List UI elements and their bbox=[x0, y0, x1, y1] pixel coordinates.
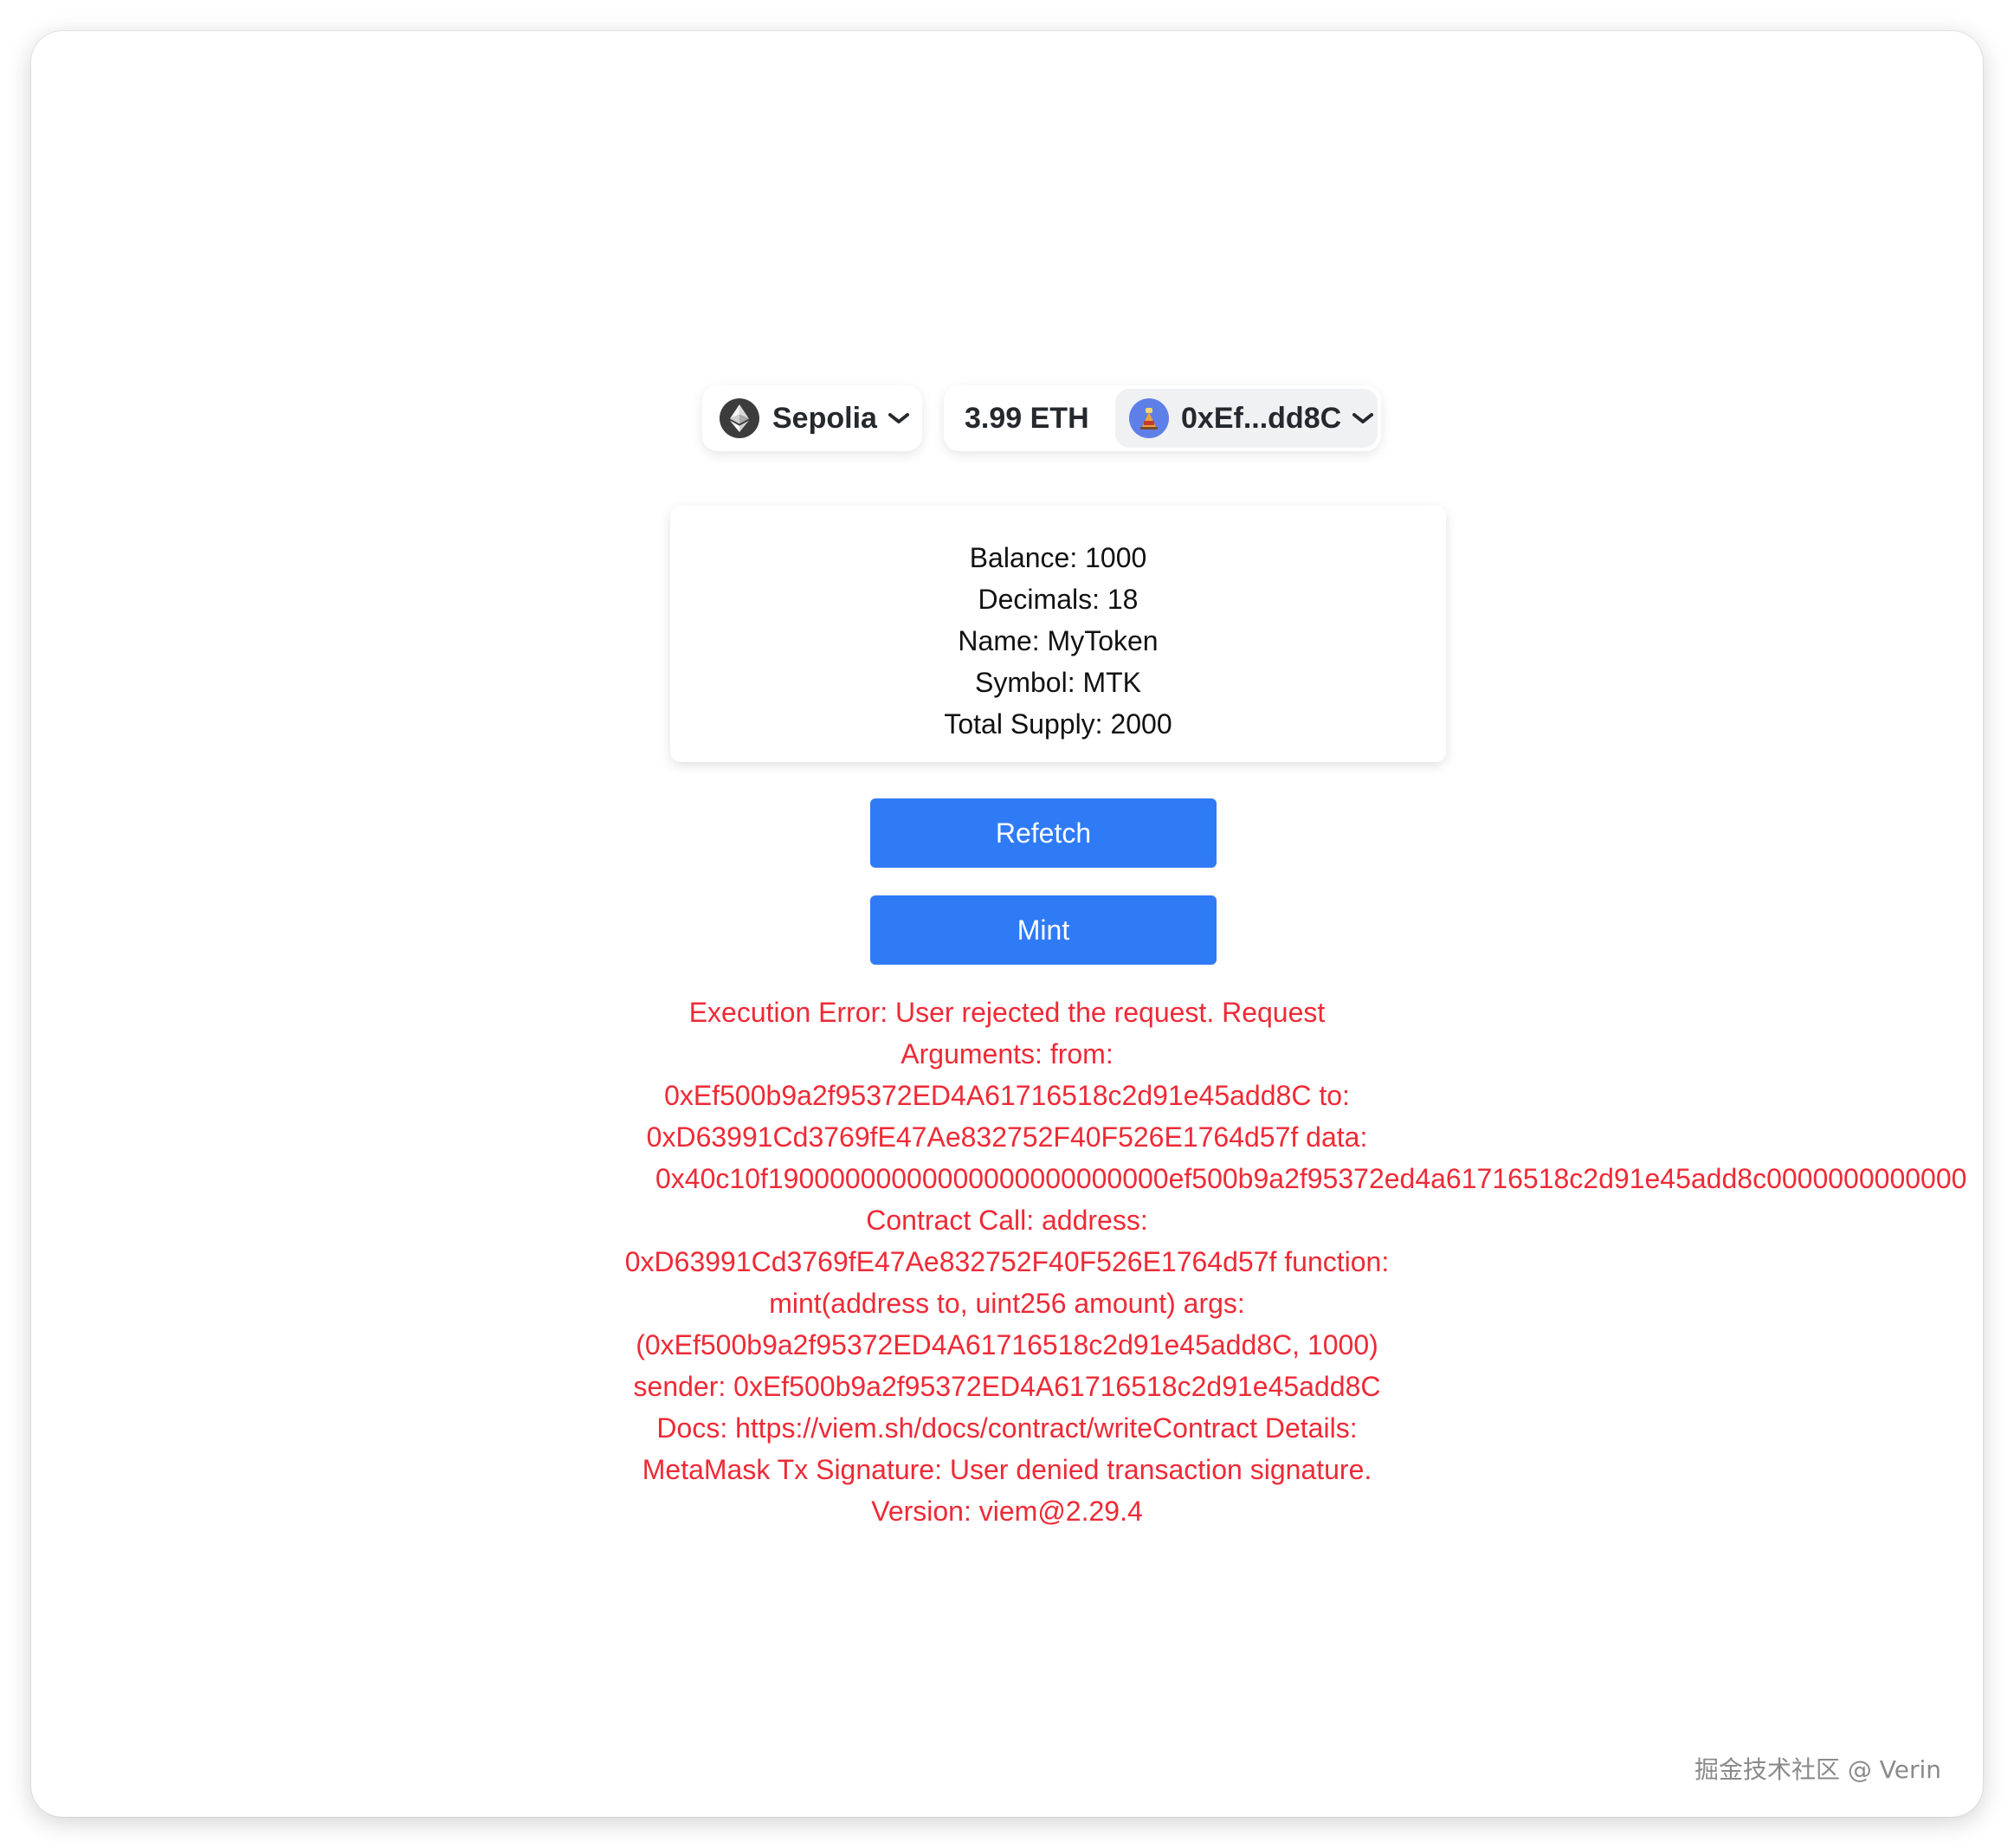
watermark: 掘金技术社区 @ Verin bbox=[1694, 1755, 1941, 1784]
account-button[interactable]: 0xEf...dd8C bbox=[1115, 389, 1378, 448]
chevron-down-icon bbox=[888, 411, 910, 425]
token-balance: Balance: 1000 bbox=[969, 542, 1147, 573]
token-total-supply: Total Supply: 2000 bbox=[944, 708, 1172, 740]
token-decimals: Decimals: 18 bbox=[978, 584, 1139, 615]
error-line: 0x40c10f19000000000000000000000000ef500b… bbox=[655, 1163, 1967, 1194]
error-line: Execution Error: User rejected the reque… bbox=[688, 997, 1326, 1028]
mint-button[interactable]: Mint bbox=[870, 895, 1217, 965]
token-info-card: Balance: 1000 Decimals: 18 Name: MyToken… bbox=[670, 506, 1446, 762]
account-panel: 3.99 ETH 0xEf...dd8C bbox=[944, 385, 1381, 451]
error-line: Arguments: from: bbox=[900, 1038, 1114, 1069]
error-line: MetaMask Tx Signature: User denied trans… bbox=[642, 1454, 1372, 1485]
refetch-button[interactable]: Refetch bbox=[870, 798, 1217, 868]
error-line: sender: 0xEf500b9a2f95372ED4A61716518c2d… bbox=[633, 1371, 1381, 1402]
chain-selector-button[interactable]: Sepolia bbox=[702, 385, 922, 451]
token-symbol: Symbol: MTK bbox=[974, 667, 1142, 698]
error-line: Docs: https://viem.sh/docs/contract/writ… bbox=[656, 1412, 1358, 1444]
error-line: 0xEf500b9a2f95372ED4A61716518c2d91e45add… bbox=[664, 1080, 1350, 1111]
app-window: Sepolia 3.99 ETH 0xEf...dd8C Balance: 10… bbox=[31, 31, 1983, 1817]
error-line: 0xD63991Cd3769fE47Ae832752F40F526E1764d5… bbox=[624, 1246, 1390, 1277]
error-line: 0xD63991Cd3769fE47Ae832752F40F526E1764d5… bbox=[646, 1121, 1368, 1153]
error-line: mint(address to, uint256 amount) args: bbox=[769, 1288, 1245, 1319]
account-avatar-icon bbox=[1129, 398, 1169, 438]
eth-balance: 3.99 ETH bbox=[965, 402, 1089, 435]
ethereum-icon bbox=[720, 398, 759, 438]
error-message: Execution Error: User rejected the reque… bbox=[31, 992, 1983, 1532]
token-name: Name: MyToken bbox=[958, 625, 1159, 656]
account-address: 0xEf...dd8C bbox=[1181, 401, 1342, 435]
error-line: Contract Call: address: bbox=[866, 1205, 1148, 1236]
error-line: Version: viem@2.29.4 bbox=[871, 1496, 1143, 1527]
error-line: (0xEf500b9a2f95372ED4A61716518c2d91e45ad… bbox=[636, 1329, 1378, 1360]
chain-name: Sepolia bbox=[772, 401, 877, 435]
chevron-down-icon bbox=[1352, 411, 1374, 425]
